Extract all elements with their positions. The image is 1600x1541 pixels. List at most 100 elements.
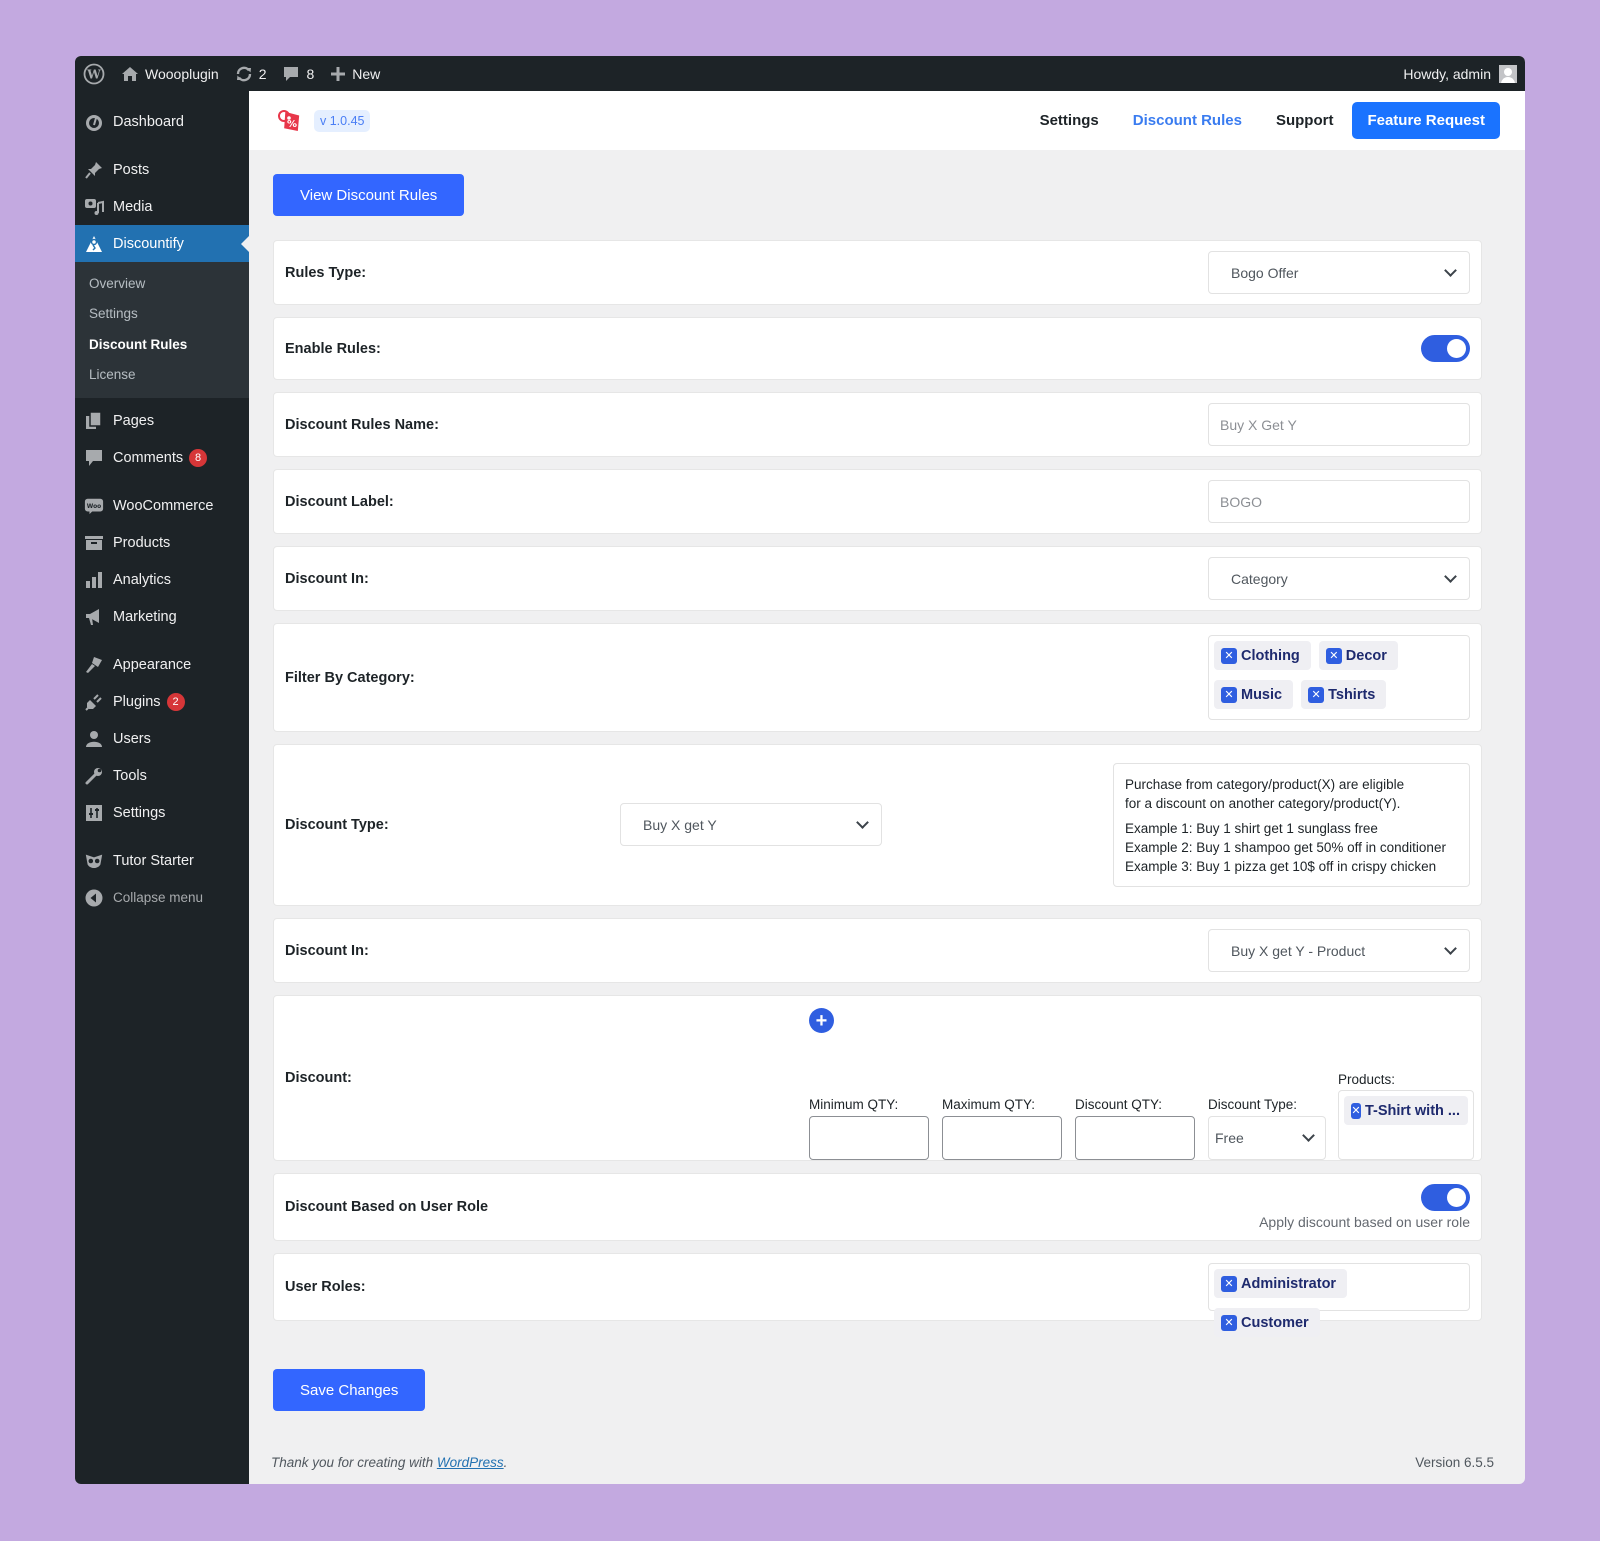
plus-icon bbox=[330, 66, 346, 82]
sidebar-item-label: Plugins bbox=[113, 693, 161, 710]
discount-type-row: Discount Type: Buy X get Y Purchase from… bbox=[273, 744, 1482, 906]
chevron-down-icon bbox=[1444, 941, 1457, 955]
sidebar-item-appearance[interactable]: Appearance bbox=[75, 646, 249, 683]
discount-in-select[interactable]: Category bbox=[1208, 557, 1470, 600]
example-text: Example 3: Buy 1 pizza get 10$ off in cr… bbox=[1125, 859, 1437, 874]
enable-rules-toggle[interactable] bbox=[1421, 335, 1470, 362]
min-qty-input[interactable] bbox=[809, 1116, 929, 1160]
comments-link[interactable]: 8 bbox=[274, 56, 322, 91]
sidebar-item-media[interactable]: Media bbox=[75, 188, 249, 225]
plugins-badge: 2 bbox=[166, 692, 185, 711]
dashboard-icon bbox=[84, 112, 104, 132]
comment-icon bbox=[282, 65, 300, 83]
comment-icon bbox=[84, 448, 104, 468]
updates-link[interactable]: 2 bbox=[227, 56, 275, 91]
sidebar-item-label: Settings bbox=[113, 804, 166, 821]
rules-type-select[interactable]: Bogo Offer bbox=[1208, 251, 1470, 294]
sidebar-item-pages[interactable]: Pages bbox=[75, 402, 249, 439]
discountify-icon bbox=[84, 234, 104, 254]
remove-tag-icon[interactable]: ✕ bbox=[1221, 1314, 1237, 1331]
remove-tag-icon[interactable]: ✕ bbox=[1221, 1275, 1237, 1292]
sidebar-item-settings[interactable]: Settings bbox=[75, 794, 249, 831]
nav-discount-rules[interactable]: Discount Rules bbox=[1133, 112, 1242, 129]
collapse-menu-button[interactable]: Collapse menu bbox=[75, 879, 249, 916]
sidebar-item-tutor-starter[interactable]: Tutor Starter bbox=[75, 842, 249, 879]
products-tags-input[interactable]: ✕ T-Shirt with ... bbox=[1338, 1090, 1474, 1160]
tag-label: T-Shirt with ... bbox=[1364, 1102, 1460, 1119]
content-area: % v 1.0.45 Settings Discount Rules Suppo… bbox=[249, 91, 1525, 1484]
category-tags-input[interactable]: ✕ Clothing ✕ Decor ✕ Music ✕ Tshirts bbox=[1208, 635, 1470, 720]
user-role-toggle[interactable] bbox=[1421, 1184, 1470, 1211]
sidebar-item-tools[interactable]: Tools bbox=[75, 757, 249, 794]
sidebar-item-marketing[interactable]: Marketing bbox=[75, 598, 249, 635]
tag-label: Clothing bbox=[1241, 647, 1300, 664]
admin-bar: W Woooplugin 2 8 New Howdy, admin bbox=[75, 56, 1525, 91]
tag-administrator: ✕ Administrator bbox=[1214, 1269, 1348, 1298]
sidebar-item-label: Analytics bbox=[113, 571, 172, 588]
remove-tag-icon[interactable]: ✕ bbox=[1221, 686, 1237, 703]
megaphone-icon bbox=[84, 607, 104, 627]
site-name-link[interactable]: Woooplugin bbox=[113, 56, 227, 91]
footer-thanks: Thank you for creating with WordPress. bbox=[271, 1455, 507, 1470]
admin-footer: Thank you for creating with WordPress. V… bbox=[271, 1455, 1494, 1470]
example-text: Example 2: Buy 1 shampoo get 50% off in … bbox=[1125, 840, 1446, 855]
discount-type-sub-select[interactable]: Free bbox=[1208, 1116, 1326, 1160]
sidebar-item-label: Media bbox=[113, 198, 153, 215]
sidebar-item-analytics[interactable]: Analytics bbox=[75, 561, 249, 598]
wordpress-link[interactable]: WordPress bbox=[437, 1455, 504, 1470]
svg-text:W: W bbox=[86, 67, 101, 81]
sidebar-item-dashboard[interactable]: Dashboard bbox=[75, 103, 249, 140]
add-discount-button[interactable]: + bbox=[809, 1008, 834, 1033]
nav-support[interactable]: Support bbox=[1276, 112, 1334, 129]
discount-label-input[interactable]: BOGO bbox=[1208, 480, 1470, 523]
admin-sidebar: Dashboard Posts Media Discountify Overvi… bbox=[75, 91, 249, 1484]
remove-tag-icon[interactable]: ✕ bbox=[1325, 647, 1342, 664]
sidebar-item-label: Tutor Starter bbox=[113, 852, 194, 869]
new-content-link[interactable]: New bbox=[322, 56, 388, 91]
sidebar-item-users[interactable]: Users bbox=[75, 720, 249, 757]
feature-request-button[interactable]: Feature Request bbox=[1352, 102, 1500, 139]
remove-tag-icon[interactable]: ✕ bbox=[1308, 686, 1325, 703]
rules-name-input[interactable]: Buy X Get Y bbox=[1208, 403, 1470, 446]
user-roles-label: User Roles: bbox=[285, 1279, 366, 1295]
sidebar-item-label: Appearance bbox=[113, 656, 192, 673]
discount-type-select[interactable]: Buy X get Y bbox=[620, 803, 882, 846]
submenu-license[interactable]: License bbox=[75, 360, 249, 391]
refresh-icon bbox=[235, 65, 253, 83]
sidebar-item-comments[interactable]: Comments 8 bbox=[75, 439, 249, 476]
discountify-logo-icon: % bbox=[274, 104, 308, 138]
discount-qty-input[interactable] bbox=[1075, 1116, 1195, 1160]
user-roles-tags-input[interactable]: ✕ Administrator ✕ Customer bbox=[1208, 1263, 1470, 1337]
chevron-down-icon bbox=[1444, 569, 1457, 583]
discount-type-sub-value: Free bbox=[1215, 1130, 1244, 1146]
discount-label-label: Discount Label: bbox=[285, 493, 394, 510]
discount-in-2-select[interactable]: Buy X get Y - Product bbox=[1208, 929, 1470, 972]
my-account-link[interactable]: Howdy, admin bbox=[1403, 64, 1525, 83]
save-changes-button[interactable]: Save Changes bbox=[273, 1369, 426, 1411]
view-discount-rules-button[interactable]: View Discount Rules bbox=[273, 174, 465, 216]
svg-text:Woo: Woo bbox=[87, 503, 101, 509]
sidebar-item-products[interactable]: Products bbox=[75, 524, 249, 561]
user-roles-row: User Roles: ✕ Administrator ✕ Customer bbox=[273, 1253, 1482, 1337]
remove-tag-icon[interactable]: ✕ bbox=[1351, 1102, 1361, 1119]
sidebar-item-plugins[interactable]: Plugins 2 bbox=[75, 683, 249, 720]
wp-logo-button[interactable]: W bbox=[75, 56, 113, 91]
sidebar-item-label: Marketing bbox=[113, 608, 177, 625]
tag-label: Decor bbox=[1345, 647, 1387, 664]
sliders-icon bbox=[84, 803, 104, 823]
sidebar-item-discountify[interactable]: Discountify bbox=[75, 225, 249, 262]
max-qty-input[interactable] bbox=[942, 1116, 1062, 1160]
submenu-overview[interactable]: Overview bbox=[75, 268, 249, 299]
pages-icon bbox=[84, 410, 104, 431]
sidebar-item-woocommerce[interactable]: Woo WooCommerce bbox=[75, 487, 249, 524]
rule-form: View Discount Rules Rules Type: Bogo Off… bbox=[249, 150, 1525, 1411]
rules-type-label: Rules Type: bbox=[285, 264, 367, 281]
sidebar-item-posts[interactable]: Posts bbox=[75, 151, 249, 188]
nav-settings[interactable]: Settings bbox=[1040, 112, 1099, 129]
discount-in-2-value: Buy X get Y - Product bbox=[1231, 942, 1366, 959]
chevron-down-icon bbox=[856, 815, 869, 829]
remove-tag-icon[interactable]: ✕ bbox=[1221, 647, 1237, 664]
submenu-discount-rules[interactable]: Discount Rules bbox=[75, 329, 249, 360]
submenu-settings[interactable]: Settings bbox=[75, 299, 249, 330]
info-text: Purchase from category/product(X) are el… bbox=[1125, 777, 1405, 792]
